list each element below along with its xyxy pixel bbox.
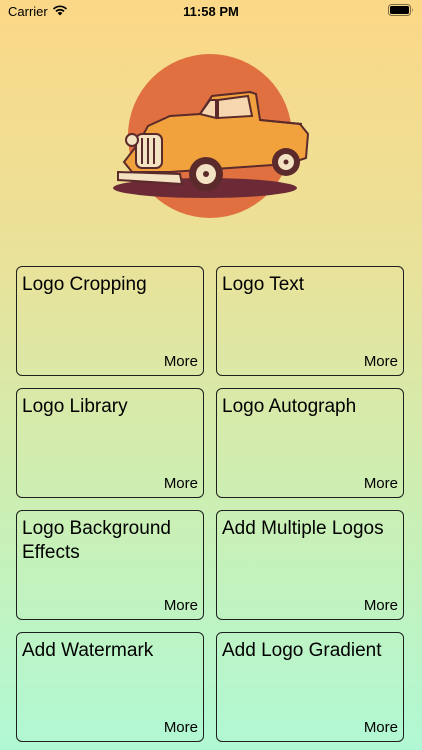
more-link[interactable]: More (364, 597, 398, 614)
feature-card-title: Logo Background Effects (22, 518, 171, 563)
feature-card-logo-library[interactable]: Logo Library More (16, 388, 204, 498)
feature-card-logo-autograph[interactable]: Logo Autograph More (216, 388, 404, 498)
more-link[interactable]: More (164, 719, 198, 736)
app-logo (110, 54, 315, 224)
feature-card-logo-cropping[interactable]: Logo Cropping More (16, 266, 204, 376)
more-link[interactable]: More (364, 353, 398, 370)
feature-card-add-watermark[interactable]: Add Watermark More (16, 632, 204, 742)
feature-card-title: Logo Cropping (22, 274, 147, 295)
feature-card-title: Logo Library (22, 396, 128, 417)
feature-card-logo-background-effects[interactable]: Logo Background Effects More (16, 510, 204, 620)
feature-card-title: Add Watermark (22, 640, 154, 661)
battery-icon (388, 4, 413, 16)
more-link[interactable]: More (164, 353, 198, 370)
feature-card-title: Logo Autograph (222, 396, 357, 417)
feature-card-add-multiple-logos[interactable]: Add Multiple Logos More (216, 510, 404, 620)
more-link[interactable]: More (364, 475, 398, 492)
pickup-truck-icon (113, 54, 310, 218)
feature-card-logo-text[interactable]: Logo Text More (216, 266, 404, 376)
more-link[interactable]: More (364, 719, 398, 736)
feature-card-add-logo-gradient[interactable]: Add Logo Gradient More (216, 632, 404, 742)
status-bar: Carrier 11:58 PM (0, 0, 422, 24)
more-link[interactable]: More (164, 475, 198, 492)
more-link[interactable]: More (164, 597, 198, 614)
feature-card-title: Logo Text (222, 274, 305, 295)
feature-card-title: Add Multiple Logos (222, 518, 384, 539)
status-time: 11:58 PM (183, 4, 239, 19)
feature-card-title: Add Logo Gradient (222, 640, 382, 661)
